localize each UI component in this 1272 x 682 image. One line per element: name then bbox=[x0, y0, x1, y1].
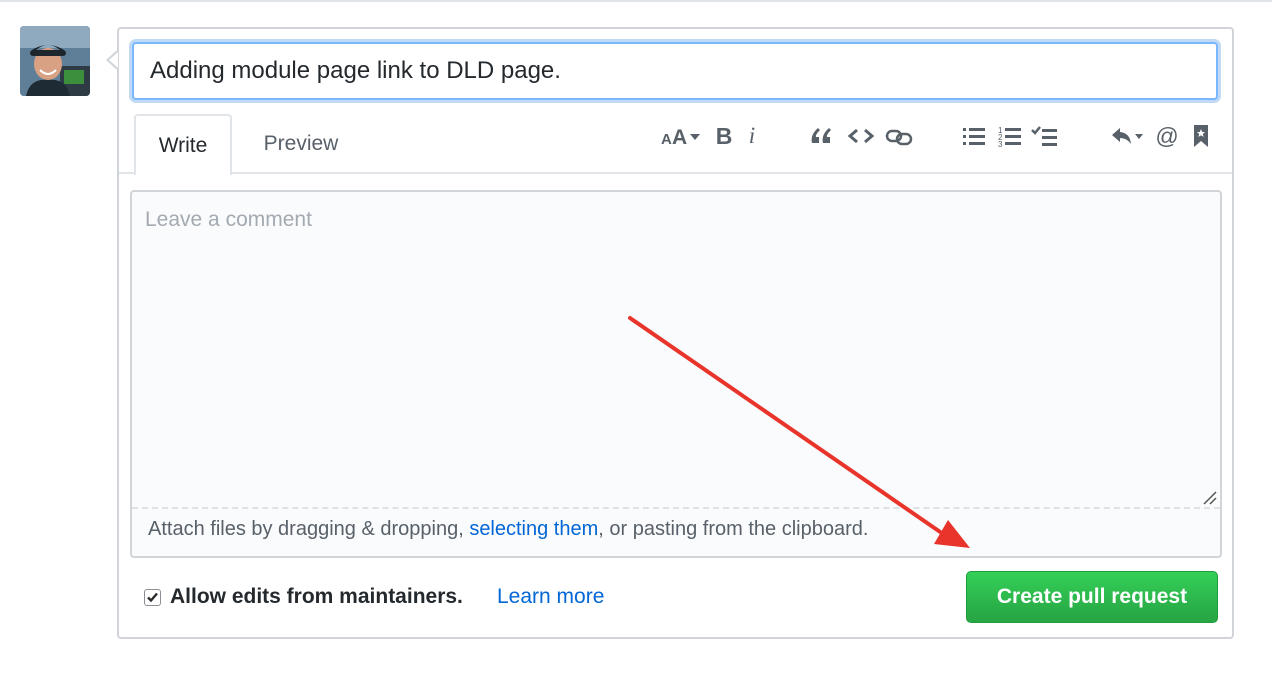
attach-prefix: Attach files by dragging & dropping, bbox=[148, 518, 470, 540]
code-icon[interactable] bbox=[846, 120, 876, 152]
allow-edits-checkbox[interactable] bbox=[144, 589, 161, 606]
pr-title-input[interactable] bbox=[132, 42, 1218, 100]
tab-write[interactable]: Write bbox=[134, 114, 232, 175]
checkmark-icon bbox=[147, 592, 158, 603]
svg-text:A: A bbox=[672, 126, 687, 148]
italic-icon[interactable]: i bbox=[742, 120, 762, 152]
tab-preview[interactable]: Preview bbox=[240, 114, 362, 174]
task-list-icon[interactable] bbox=[1030, 120, 1060, 152]
resize-grip-icon[interactable] bbox=[1200, 488, 1218, 506]
create-pull-request-button[interactable]: Create pull request bbox=[966, 571, 1218, 623]
composer-caret-fill bbox=[109, 52, 118, 68]
reply-icon[interactable] bbox=[1108, 120, 1148, 152]
page: Write Preview A A B i bbox=[0, 0, 1272, 682]
avatar-image bbox=[20, 26, 90, 96]
bulleted-list-icon[interactable] bbox=[960, 120, 988, 152]
bold-icon[interactable]: B bbox=[712, 120, 736, 152]
link-icon[interactable] bbox=[884, 120, 914, 152]
comment-textarea[interactable] bbox=[132, 192, 1220, 507]
text-size-icon[interactable]: A A bbox=[658, 120, 706, 152]
svg-text:A: A bbox=[661, 131, 672, 148]
allow-edits-label: Allow edits from maintainers. bbox=[170, 585, 463, 608]
top-divider bbox=[0, 0, 1272, 2]
attach-files-hint: Attach files by dragging & dropping, sel… bbox=[148, 518, 868, 541]
attach-suffix: , or pasting from the clipboard. bbox=[598, 518, 869, 540]
numbered-list-icon[interactable]: 1 2 3 bbox=[996, 120, 1024, 152]
select-files-link[interactable]: selecting them bbox=[469, 518, 598, 540]
attach-divider bbox=[132, 507, 1220, 509]
mention-icon[interactable]: @ bbox=[1154, 120, 1180, 152]
bookmark-icon[interactable] bbox=[1190, 120, 1212, 152]
avatar[interactable] bbox=[20, 26, 90, 96]
quote-icon[interactable] bbox=[808, 120, 836, 152]
learn-more-link[interactable]: Learn more bbox=[497, 585, 604, 609]
svg-text:3: 3 bbox=[998, 140, 1003, 147]
